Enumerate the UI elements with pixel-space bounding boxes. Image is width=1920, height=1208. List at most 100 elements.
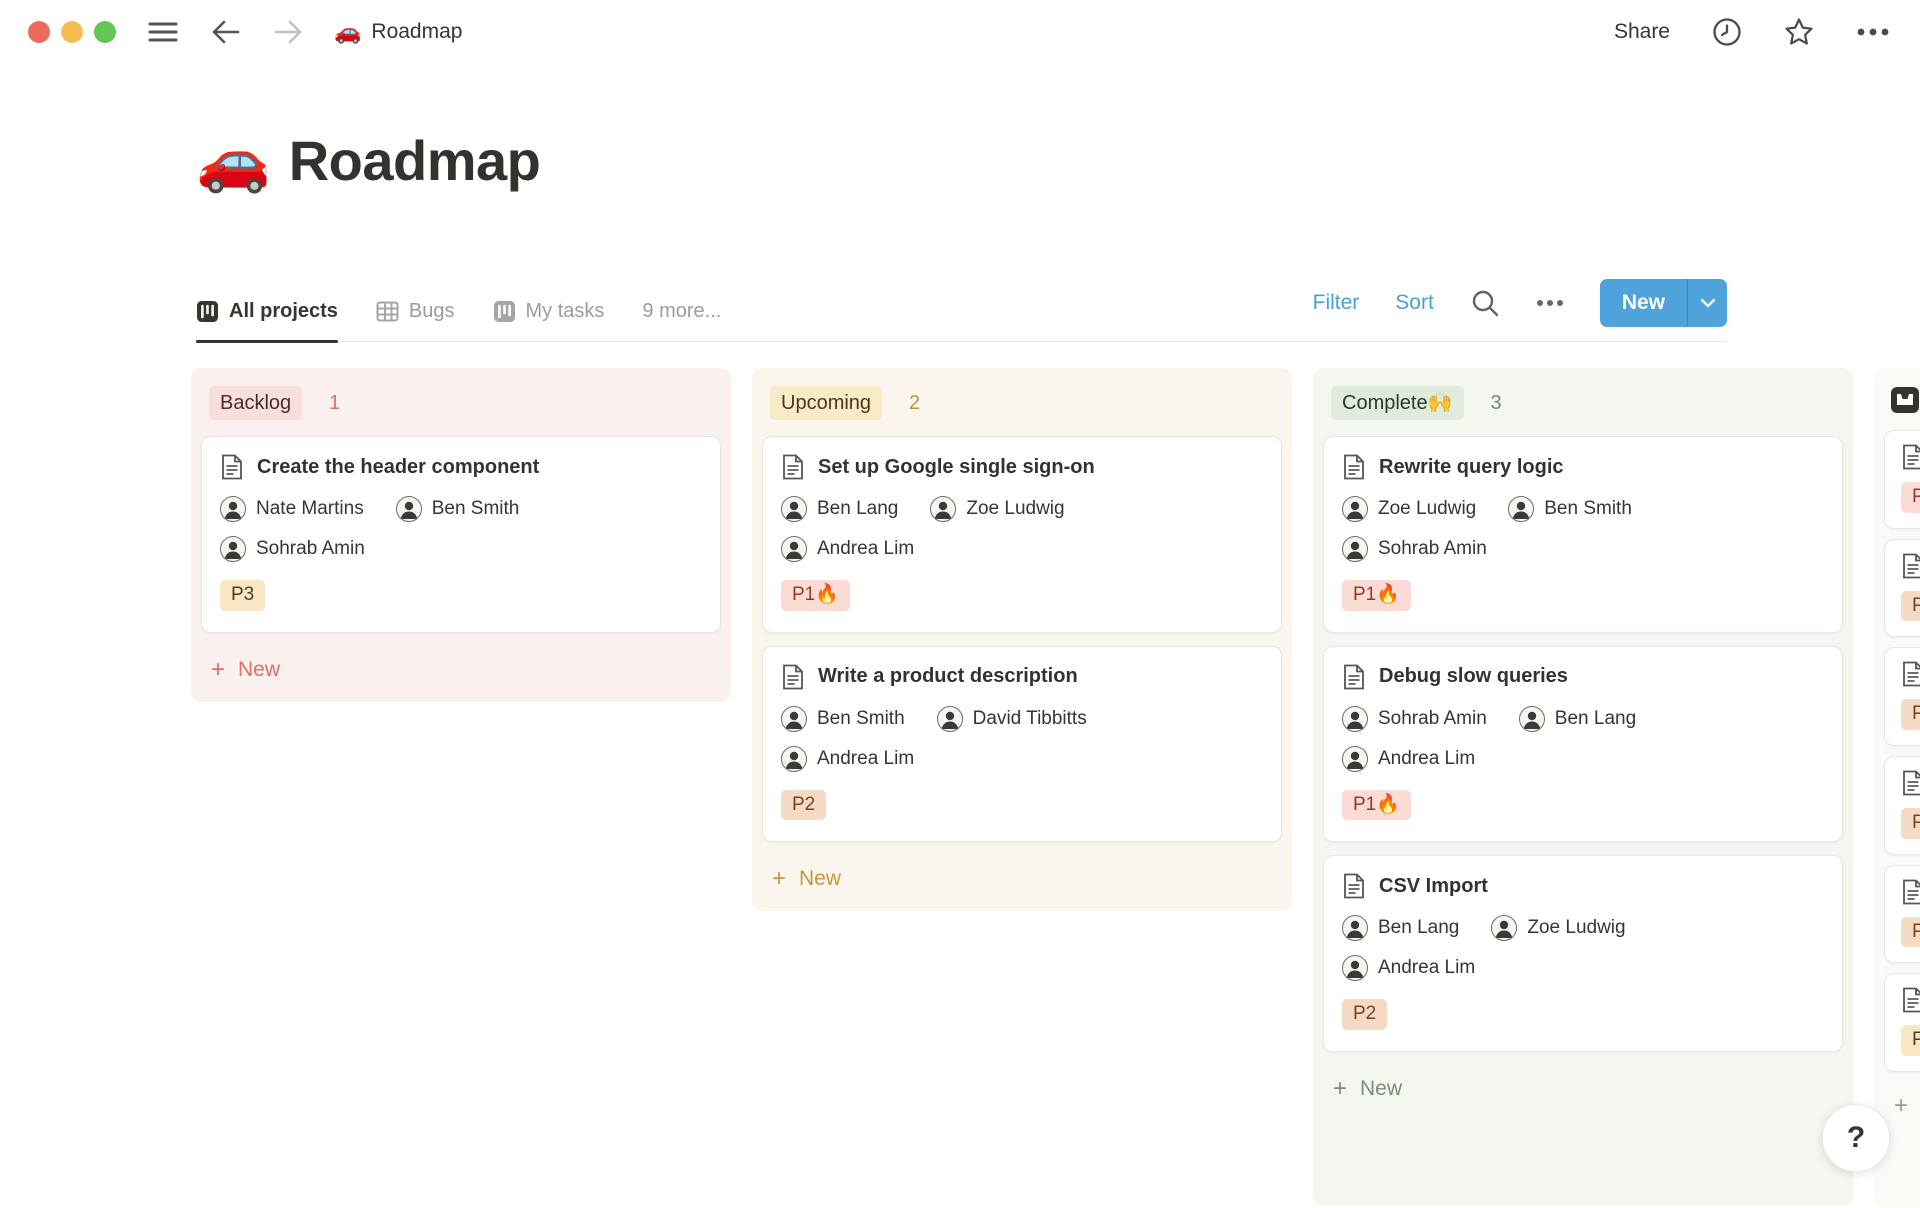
tray-box-icon[interactable]	[1890, 386, 1920, 414]
new-card-button[interactable]: + New	[1884, 1082, 1920, 1126]
close-window-button[interactable]	[28, 21, 50, 43]
priority-badge: P	[1901, 1025, 1920, 1057]
avatar	[1518, 705, 1545, 732]
help-icon: ?	[1846, 1121, 1866, 1154]
column-name-badge[interactable]: Complete🙌	[1331, 386, 1464, 420]
person-name: Ben Lang	[1378, 917, 1460, 939]
avatar	[1342, 745, 1368, 772]
card-title-text: Create the header component	[257, 455, 540, 478]
person: Zoe Ludwig	[1491, 915, 1626, 942]
history-clock-icon[interactable]	[1712, 17, 1742, 47]
view-options-icon[interactable]	[1536, 299, 1564, 307]
column-partial: P P P P P P +	[1874, 368, 1920, 1208]
person: Ben Smith	[781, 705, 905, 732]
avatar	[1342, 536, 1368, 562]
person-name: Ben Smith	[817, 707, 905, 729]
view-tab-bar: All projects Bugs My tasks 9 more... Fil…	[196, 266, 1727, 343]
back-arrow-icon[interactable]	[210, 19, 240, 45]
person: Ben Smith	[395, 496, 519, 522]
page-doc-icon	[781, 454, 805, 480]
avatar	[930, 496, 957, 522]
person-name: Sohrab Amin	[1378, 707, 1487, 729]
card-partial[interactable]: P	[1884, 864, 1920, 964]
forward-arrow-icon[interactable]	[274, 19, 304, 45]
card-csv-import[interactable]: CSV Import Ben Lang Zoe Ludwig Andrea Li…	[1323, 855, 1843, 1053]
doc-emoji-icon: 🚗	[334, 19, 362, 44]
person: Zoe Ludwig	[930, 496, 1065, 522]
zoom-window-button[interactable]	[94, 21, 116, 43]
tab-label: Bugs	[408, 300, 455, 322]
card-create-the-header-component[interactable]: Create the header component Nate Martins…	[201, 436, 721, 633]
person-name: Nate Martins	[256, 498, 364, 519]
help-button[interactable]: ?	[1822, 1104, 1890, 1172]
page-doc-icon	[1342, 873, 1366, 899]
page-doc-icon	[1901, 987, 1920, 1013]
sort-button[interactable]: Sort	[1395, 291, 1434, 315]
avatar	[781, 496, 807, 522]
sidebar-menu-icon[interactable]	[148, 20, 178, 44]
tab-my-tasks[interactable]: My tasks	[493, 300, 604, 341]
card-partial[interactable]: P	[1884, 538, 1920, 638]
priority-badge: P2	[1342, 999, 1388, 1031]
new-button-label[interactable]: New	[1600, 279, 1687, 327]
favorite-star-icon[interactable]	[1784, 17, 1814, 47]
column-name-badge[interactable]: Upcoming	[770, 386, 883, 420]
column-upcoming: Upcoming 2 Set up Google single sign-on …	[752, 368, 1292, 912]
person: Andrea Lim	[1342, 955, 1476, 982]
plus-icon: +	[772, 865, 787, 893]
priority-badge: P	[1901, 808, 1920, 839]
new-card-button[interactable]: + New	[201, 646, 721, 690]
priority-badge: P	[1901, 699, 1920, 731]
page-title[interactable]: Roadmap	[289, 128, 541, 193]
priority-badge: P	[1901, 916, 1920, 948]
person-name: Ben Smith	[1544, 498, 1632, 519]
kanban-board: Backlog 1 Create the header component Na…	[191, 368, 1920, 1208]
card-partial[interactable]: P	[1884, 756, 1920, 855]
card-set-up-google-single-sign-on[interactable]: Set up Google single sign-on Ben Lang Zo…	[762, 436, 1282, 633]
new-dropdown-chevron-icon[interactable]	[1687, 279, 1727, 327]
person-name: Andrea Lim	[817, 538, 915, 559]
page-doc-icon	[1342, 664, 1366, 690]
new-card-button[interactable]: + New	[762, 855, 1282, 899]
tab-bugs[interactable]: Bugs	[376, 300, 455, 341]
column-count: 1	[329, 391, 341, 414]
search-icon[interactable]	[1470, 288, 1500, 318]
page-emoji-icon: 🚗	[196, 126, 271, 194]
priority-badge: P1🔥	[1342, 789, 1411, 821]
tab-all-projects[interactable]: All projects	[196, 300, 338, 343]
more-options-icon[interactable]	[1856, 28, 1890, 36]
traffic-lights	[28, 21, 116, 43]
card-rewrite-query-logic[interactable]: Rewrite query logic Zoe Ludwig Ben Smith	[1323, 436, 1843, 633]
share-button[interactable]: Share	[1614, 20, 1670, 44]
tab-more-views[interactable]: 9 more...	[642, 300, 721, 341]
new-button[interactable]: New	[1599, 279, 1727, 327]
board-view-icon	[196, 300, 219, 323]
card-partial[interactable]: P	[1884, 430, 1920, 529]
person-name: Zoe Ludwig	[966, 498, 1065, 519]
card-debug-slow-queries[interactable]: Debug slow queries Sohrab Amin Ben Lang	[1323, 645, 1843, 843]
filter-button[interactable]: Filter	[1313, 291, 1360, 315]
person: Sohrab Amin	[1342, 705, 1487, 732]
column-name-badge[interactable]: Backlog	[209, 386, 303, 420]
card-title-text: CSV Import	[1379, 874, 1488, 897]
column-count: 2	[909, 391, 921, 414]
minimize-window-button[interactable]	[61, 21, 83, 43]
avatar	[220, 536, 246, 562]
card-write-a-product-description[interactable]: Write a product description Ben Smith Da…	[762, 645, 1282, 843]
priority-badge: P1🔥	[781, 580, 850, 611]
breadcrumb[interactable]: 🚗 Roadmap	[334, 19, 462, 45]
person: Zoe Ludwig	[1342, 496, 1476, 522]
plus-icon: +	[1333, 1075, 1348, 1103]
page-doc-icon	[781, 664, 805, 690]
person-name: Andrea Lim	[1378, 957, 1476, 979]
new-card-button[interactable]: + New	[1323, 1065, 1843, 1109]
card-partial[interactable]: P	[1884, 647, 1920, 747]
person: Sohrab Amin	[1342, 536, 1487, 562]
person-name: Andrea Lim	[817, 747, 915, 769]
page-doc-icon	[1901, 444, 1920, 470]
avatar	[1491, 915, 1518, 942]
plus-icon: +	[211, 655, 226, 683]
card-partial[interactable]: P	[1884, 973, 1920, 1073]
person-name: Sohrab Amin	[1378, 538, 1487, 559]
person: Nate Martins	[220, 496, 364, 522]
